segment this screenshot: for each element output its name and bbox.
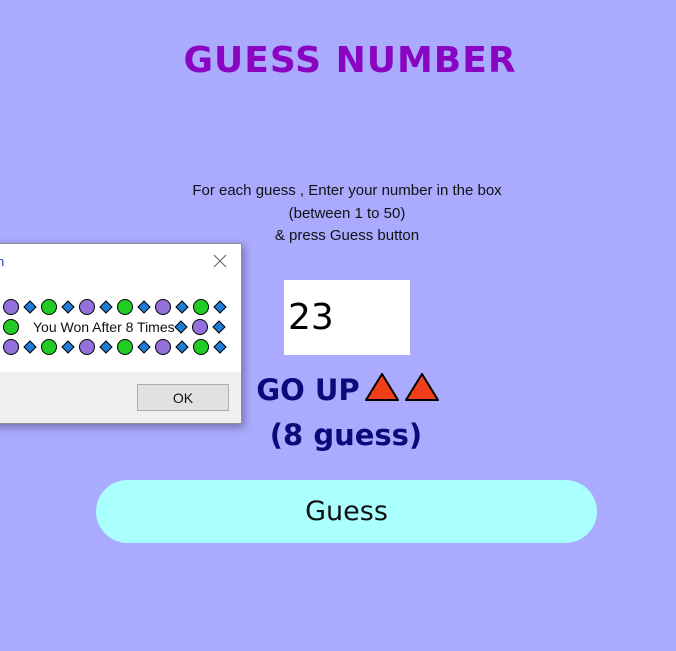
message-dialog: n xyxy=(0,243,242,424)
up-triangle-icon xyxy=(404,372,440,409)
guess-button[interactable]: Guess xyxy=(96,480,597,543)
purple-circle-icon xyxy=(3,299,19,315)
blue-diamond-icon xyxy=(213,340,227,354)
green-circle-icon xyxy=(117,299,133,315)
up-triangle-icon xyxy=(364,372,400,409)
purple-circle-icon xyxy=(155,339,171,355)
purple-circle-icon xyxy=(155,299,171,315)
green-circle-icon xyxy=(3,319,19,335)
instructions: For each guess , Enter your number in th… xyxy=(0,180,676,248)
green-circle-icon xyxy=(193,339,209,355)
purple-circle-icon xyxy=(192,319,208,335)
decoration-row xyxy=(1,297,231,317)
blue-diamond-icon xyxy=(99,300,113,314)
blue-diamond-icon xyxy=(23,300,37,314)
page-title: GUESS NUMBER xyxy=(183,40,517,81)
blue-diamond-icon xyxy=(175,340,189,354)
dialog-footer: OK xyxy=(0,372,241,423)
blue-diamond-icon xyxy=(23,340,37,354)
blue-diamond-icon xyxy=(137,340,151,354)
blue-diamond-icon xyxy=(174,320,188,334)
decoration-row xyxy=(1,337,231,357)
hint-text: GO UP xyxy=(256,373,360,407)
blue-diamond-icon xyxy=(213,300,227,314)
purple-circle-icon xyxy=(79,299,95,315)
purple-circle-icon xyxy=(3,339,19,355)
instructions-line-2: (between 1 to 50) xyxy=(288,204,406,222)
blue-diamond-icon xyxy=(99,340,113,354)
blue-diamond-icon xyxy=(137,300,151,314)
green-circle-icon xyxy=(193,299,209,315)
close-icon[interactable] xyxy=(211,252,229,270)
green-circle-icon xyxy=(41,339,57,355)
dialog-body: You Won After 8 Times xyxy=(0,284,241,372)
message-row: You Won After 8 Times xyxy=(1,317,231,337)
blue-diamond-icon xyxy=(61,300,75,314)
blue-diamond-icon xyxy=(61,340,75,354)
purple-circle-icon xyxy=(79,339,95,355)
green-circle-icon xyxy=(117,339,133,355)
blue-diamond-icon xyxy=(212,320,226,334)
blue-diamond-icon xyxy=(175,300,189,314)
dialog-title: n xyxy=(0,254,4,269)
instructions-line-1: For each guess , Enter your number in th… xyxy=(192,182,502,199)
ok-button[interactable]: OK xyxy=(137,384,229,411)
number-input[interactable] xyxy=(284,280,410,355)
dialog-message: You Won After 8 Times xyxy=(33,319,175,335)
green-circle-icon xyxy=(41,299,57,315)
